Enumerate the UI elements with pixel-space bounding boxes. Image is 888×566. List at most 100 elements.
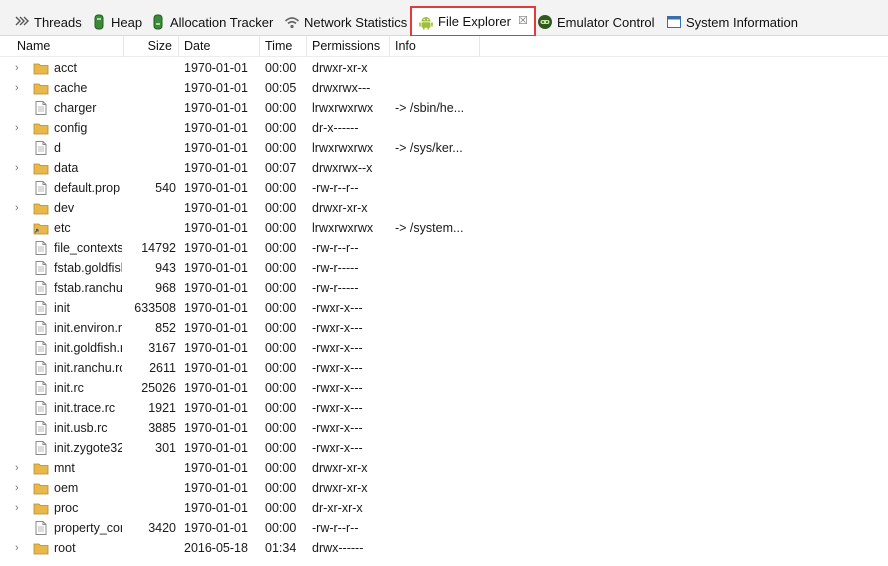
file-size (124, 58, 176, 78)
table-row[interactable]: › proc 1970-01-01 00:00 dr-xr-xr-x (0, 498, 888, 518)
expand-chevron-icon[interactable]: › (15, 58, 29, 78)
file-time: 00:00 (265, 381, 297, 395)
file-name: init.rc (54, 381, 84, 395)
file-size (124, 198, 176, 218)
file-info (395, 398, 481, 418)
table-row[interactable]: › config 1970-01-01 00:00 dr-x------ (0, 118, 888, 138)
file-info (395, 498, 481, 518)
file-date: 1970-01-01 (184, 121, 248, 135)
table-row[interactable]: property_contexts 3420 1970-01-01 00:00 -rw-… (0, 518, 888, 538)
file-icon (33, 440, 51, 456)
table-row[interactable]: › oem 1970-01-01 00:00 drwxr-xr-x (0, 478, 888, 498)
table-row[interactable]: init.environ.rc 852 1970-01-01 00:00 -rwxr-x… (0, 318, 888, 338)
tab-allocation-tracker[interactable]: Allocation Tracker (150, 8, 273, 36)
close-icon[interactable]: ☒ (518, 16, 528, 27)
file-name: proc (54, 501, 79, 515)
file-name: mnt (54, 461, 75, 475)
tab-file-explorer[interactable]: File Explorer ☒ (410, 6, 536, 37)
file-size (124, 98, 176, 118)
table-row[interactable]: init 633508 1970-01-01 00:00 -rwxr-x--- (0, 298, 888, 318)
table-row[interactable]: default.prop 540 1970-01-01 00:00 -rw-r--r-- (0, 178, 888, 198)
file-time: 00:00 (265, 481, 297, 495)
file-permissions: drwxrwx--x (312, 161, 373, 175)
table-row[interactable]: init.goldfish.rc 3167 1970-01-01 00:00 -rwxr… (0, 338, 888, 358)
table-row[interactable]: init.zygote32.rc 301 1970-01-01 00:00 -rwxr-… (0, 438, 888, 458)
tab-emulator-control[interactable]: Emulator Control (537, 8, 655, 36)
expand-chevron-icon[interactable]: › (15, 158, 29, 178)
file-info (395, 438, 481, 458)
table-row[interactable]: › acct 1970-01-01 00:00 drwxr-xr-x (0, 58, 888, 78)
file-permissions: -rwxr-x--- (312, 381, 363, 395)
file-name: init.ranchu.rc (54, 361, 122, 375)
file-size: 852 (155, 321, 176, 335)
expand-chevron-icon[interactable]: › (15, 118, 29, 138)
table-row[interactable]: fstab.ranchu 968 1970-01-01 00:00 -rw-r----- (0, 278, 888, 298)
file-info (395, 458, 481, 478)
table-row[interactable]: › root 2016-05-18 01:34 drwx------ (0, 538, 888, 558)
tab-label: Threads (34, 14, 82, 30)
table-row[interactable]: init.usb.rc 3885 1970-01-01 00:00 -rwxr-x--- (0, 418, 888, 438)
table-row[interactable]: › mnt 1970-01-01 00:00 drwxr-xr-x (0, 458, 888, 478)
file-icon (33, 180, 51, 196)
column-header-date[interactable]: Date (179, 36, 260, 57)
column-header-info[interactable]: Info (390, 36, 480, 57)
file-time: 00:00 (265, 241, 297, 255)
file-time: 00:00 (265, 181, 297, 195)
file-icon (33, 420, 51, 436)
file-size (124, 138, 176, 158)
table-row[interactable]: file_contexts 14792 1970-01-01 00:00 -rw-r--… (0, 238, 888, 258)
file-icon (33, 260, 51, 276)
file-name: config (54, 121, 88, 135)
file-date: 1970-01-01 (184, 201, 248, 215)
window-icon (667, 16, 681, 28)
table-row[interactable]: › cache 1970-01-01 00:05 drwxrwx--- (0, 78, 888, 98)
file-name: cache (54, 81, 88, 95)
column-header-permissions[interactable]: Permissions (307, 36, 390, 57)
file-name: init.environ.rc (54, 321, 122, 335)
file-time: 00:00 (265, 501, 297, 515)
wifi-icon (284, 17, 300, 29)
table-row[interactable]: › dev 1970-01-01 00:00 drwxr-xr-x (0, 198, 888, 218)
folder-icon (33, 480, 51, 496)
table-row[interactable]: fstab.goldfish 943 1970-01-01 00:00 -rw-r---… (0, 258, 888, 278)
table-row[interactable]: charger 1970-01-01 00:00 lrwxrwxrwx -> /sbin… (0, 98, 888, 118)
expand-chevron-icon[interactable]: › (15, 498, 29, 518)
file-info (395, 298, 481, 318)
table-row[interactable]: d 1970-01-01 00:00 lrwxrwxrwx -> /sys/ker... (0, 138, 888, 158)
file-info (395, 378, 481, 398)
table-row[interactable]: etc 1970-01-01 00:00 lrwxrwxrwx -> /system..… (0, 218, 888, 238)
file-permissions: -rwxr-x--- (312, 301, 363, 315)
expand-chevron-icon[interactable]: › (15, 198, 29, 218)
file-name: d (54, 141, 61, 155)
file-icon (33, 100, 51, 116)
file-name: acct (54, 61, 77, 75)
column-header-time[interactable]: Time (260, 36, 307, 57)
file-date: 1970-01-01 (184, 101, 248, 115)
tab-label: Network Statistics (304, 14, 408, 30)
table-row[interactable]: › data 1970-01-01 00:07 drwxrwx--x (0, 158, 888, 178)
expand-chevron-icon[interactable]: › (15, 78, 29, 98)
file-permissions: -rwxr-x--- (312, 341, 363, 355)
table-row[interactable]: init.rc 25026 1970-01-01 00:00 -rwxr-x--- (0, 378, 888, 398)
tab-heap[interactable]: Heap (91, 8, 142, 36)
file-size: 25026 (141, 381, 176, 395)
file-icon (33, 280, 51, 296)
file-time: 00:00 (265, 221, 297, 235)
tab-system-information[interactable]: System Information (666, 8, 798, 36)
file-date: 1970-01-01 (184, 401, 248, 415)
column-header-name[interactable]: Name (12, 36, 124, 57)
tab-threads[interactable]: Threads (14, 8, 82, 36)
file-name: init.goldfish.rc (54, 341, 122, 355)
column-header-size[interactable]: Size (124, 36, 179, 57)
file-time: 00:00 (265, 521, 297, 535)
tab-label: Allocation Tracker (170, 14, 274, 30)
expand-chevron-icon[interactable]: › (15, 458, 29, 478)
tab-network-statistics[interactable]: Network Statistics (284, 8, 407, 36)
table-row[interactable]: init.trace.rc 1921 1970-01-01 00:00 -rwxr-x-… (0, 398, 888, 418)
expand-chevron-icon[interactable]: › (15, 538, 29, 558)
expand-chevron-icon[interactable]: › (15, 478, 29, 498)
file-info (395, 318, 481, 338)
file-permissions: -rw-r--r-- (312, 521, 359, 535)
file-icon (33, 320, 51, 336)
table-row[interactable]: init.ranchu.rc 2611 1970-01-01 00:00 -rwxr-x… (0, 358, 888, 378)
